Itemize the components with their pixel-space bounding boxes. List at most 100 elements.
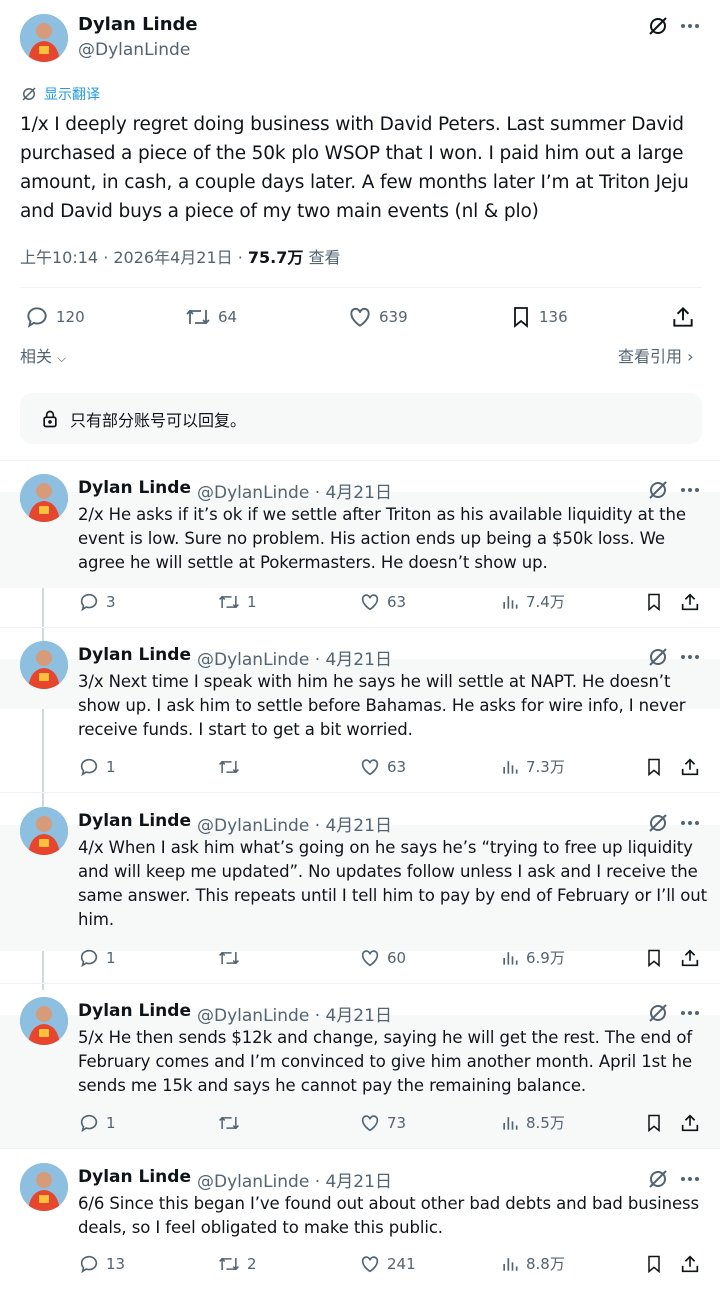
views-button[interactable]: 8.8万 [500, 1253, 565, 1274]
avatar[interactable] [20, 807, 68, 855]
reply-actions: 1 60 6.9万 [78, 945, 702, 971]
views-button[interactable]: 7.4万 [500, 591, 565, 612]
share-icon [679, 1253, 701, 1275]
like-button[interactable]: 73 [359, 1112, 406, 1134]
bookmark-button[interactable]: 136 [509, 304, 568, 330]
views-button[interactable]: 8.5万 [500, 1112, 565, 1133]
share-button[interactable] [679, 756, 701, 778]
share-icon [679, 756, 701, 778]
share-icon [679, 591, 701, 613]
bookmark-icon [644, 1112, 664, 1134]
views-button[interactable]: 6.9万 [500, 947, 565, 968]
reply-button[interactable]: 3 [78, 591, 116, 613]
reply-count: 1 [106, 758, 116, 776]
share-icon [670, 304, 696, 330]
more-icon[interactable] [679, 478, 701, 502]
avatar[interactable] [20, 997, 68, 1045]
tweet-time[interactable]: 上午10:14 · 2026年4月21日 · [20, 248, 248, 267]
author-name[interactable]: Dylan Linde [78, 645, 191, 665]
grok-icon[interactable] [646, 1001, 670, 1025]
reply-icon [78, 591, 100, 613]
avatar[interactable] [20, 14, 68, 62]
share-button[interactable] [670, 304, 696, 330]
divider [0, 792, 720, 793]
share-button[interactable] [679, 1112, 701, 1134]
reply-button[interactable]: 1 [78, 756, 116, 778]
more-icon[interactable] [679, 1167, 701, 1191]
lock-icon [40, 409, 60, 429]
author-name[interactable]: Dylan Linde [78, 1001, 191, 1021]
author-name[interactable]: Dylan Linde [78, 478, 191, 498]
retweet-icon [217, 756, 241, 778]
retweet-button[interactable] [217, 756, 247, 778]
more-icon[interactable] [679, 645, 701, 669]
bookmark-button[interactable] [644, 1253, 664, 1275]
author-handle-date[interactable]: @DylanLinde · 4月21日 [197, 1167, 392, 1192]
author-handle-date[interactable]: @DylanLinde · 4月21日 [197, 645, 392, 670]
retweet-button[interactable]: 1 [217, 591, 257, 613]
author-handle[interactable]: @DylanLinde [78, 40, 190, 60]
author-name[interactable]: Dylan Linde [78, 1167, 191, 1187]
view-quotes-link[interactable]: 查看引用 › [618, 343, 694, 367]
reply-text: 3/x Next time I speak with him he says h… [78, 672, 686, 739]
author-name[interactable]: Dylan Linde [78, 14, 198, 35]
author-handle-date[interactable]: @DylanLinde · 4月21日 [197, 478, 392, 503]
retweet-button[interactable]: 2 [217, 1253, 257, 1275]
avatar[interactable] [20, 1163, 68, 1211]
share-button[interactable] [679, 947, 701, 969]
views-count: 7.3万 [526, 758, 565, 776]
grok-icon[interactable] [646, 811, 670, 835]
avatar[interactable] [20, 474, 68, 522]
views-button[interactable]: 7.3万 [500, 756, 565, 777]
share-button[interactable] [679, 1253, 701, 1275]
translate-label: 显示翻译 [44, 87, 100, 103]
retweet-icon [217, 591, 241, 613]
reply-button[interactable]: 13 [78, 1253, 125, 1275]
author-handle-date[interactable]: @DylanLinde · 4月21日 [197, 1001, 392, 1026]
reply-actions: 1 63 7.3万 [78, 754, 702, 780]
bookmark-button[interactable] [644, 1112, 664, 1134]
retweet-icon [217, 947, 241, 969]
like-button[interactable]: 639 [347, 304, 408, 330]
like-count: 639 [379, 308, 408, 326]
grok-icon[interactable] [646, 14, 670, 38]
share-button[interactable] [679, 591, 701, 613]
author-name[interactable]: Dylan Linde [78, 811, 191, 831]
bookmark-icon [644, 591, 664, 613]
reply-actions: 1 73 8.5万 [78, 1110, 702, 1136]
like-button[interactable]: 241 [359, 1253, 416, 1275]
divider [0, 983, 720, 984]
chevron-down-icon: ⌵ [57, 351, 67, 365]
bookmark-button[interactable] [644, 591, 664, 613]
more-icon[interactable] [679, 811, 701, 835]
like-button[interactable]: 63 [359, 591, 406, 613]
bookmark-button[interactable] [644, 756, 664, 778]
reply-text: 5/x He then sends $12k and change, sayin… [78, 1028, 693, 1095]
bookmark-button[interactable] [644, 947, 664, 969]
grok-icon[interactable] [646, 645, 670, 669]
divider [0, 627, 720, 628]
like-button[interactable]: 63 [359, 756, 406, 778]
translate-link[interactable]: 显示翻译 [20, 84, 100, 104]
retweet-button[interactable]: 64 [184, 304, 237, 330]
avatar[interactable] [20, 641, 68, 689]
more-icon[interactable] [679, 14, 701, 38]
more-icon[interactable] [679, 1001, 701, 1025]
retweet-button[interactable] [217, 947, 247, 969]
like-button[interactable]: 60 [359, 947, 406, 969]
author-handle-date[interactable]: @DylanLinde · 4月21日 [197, 811, 392, 836]
grok-icon[interactable] [646, 478, 670, 502]
reply-button[interactable]: 120 [24, 304, 85, 330]
tweet-meta: 上午10:14 · 2026年4月21日 · 75.7万 查看 [20, 244, 340, 268]
like-icon [347, 304, 373, 330]
views-icon [500, 1254, 520, 1274]
like-count: 241 [387, 1255, 416, 1273]
bookmark-icon [644, 756, 664, 778]
related-dropdown[interactable]: 相关 ⌵ [20, 343, 66, 367]
retweet-button[interactable] [217, 1112, 247, 1134]
reply-button[interactable]: 1 [78, 947, 116, 969]
divider [0, 460, 720, 461]
grok-icon[interactable] [646, 1167, 670, 1191]
tweet-actions: 120 64 639 136 [20, 300, 702, 334]
reply-button[interactable]: 1 [78, 1112, 116, 1134]
